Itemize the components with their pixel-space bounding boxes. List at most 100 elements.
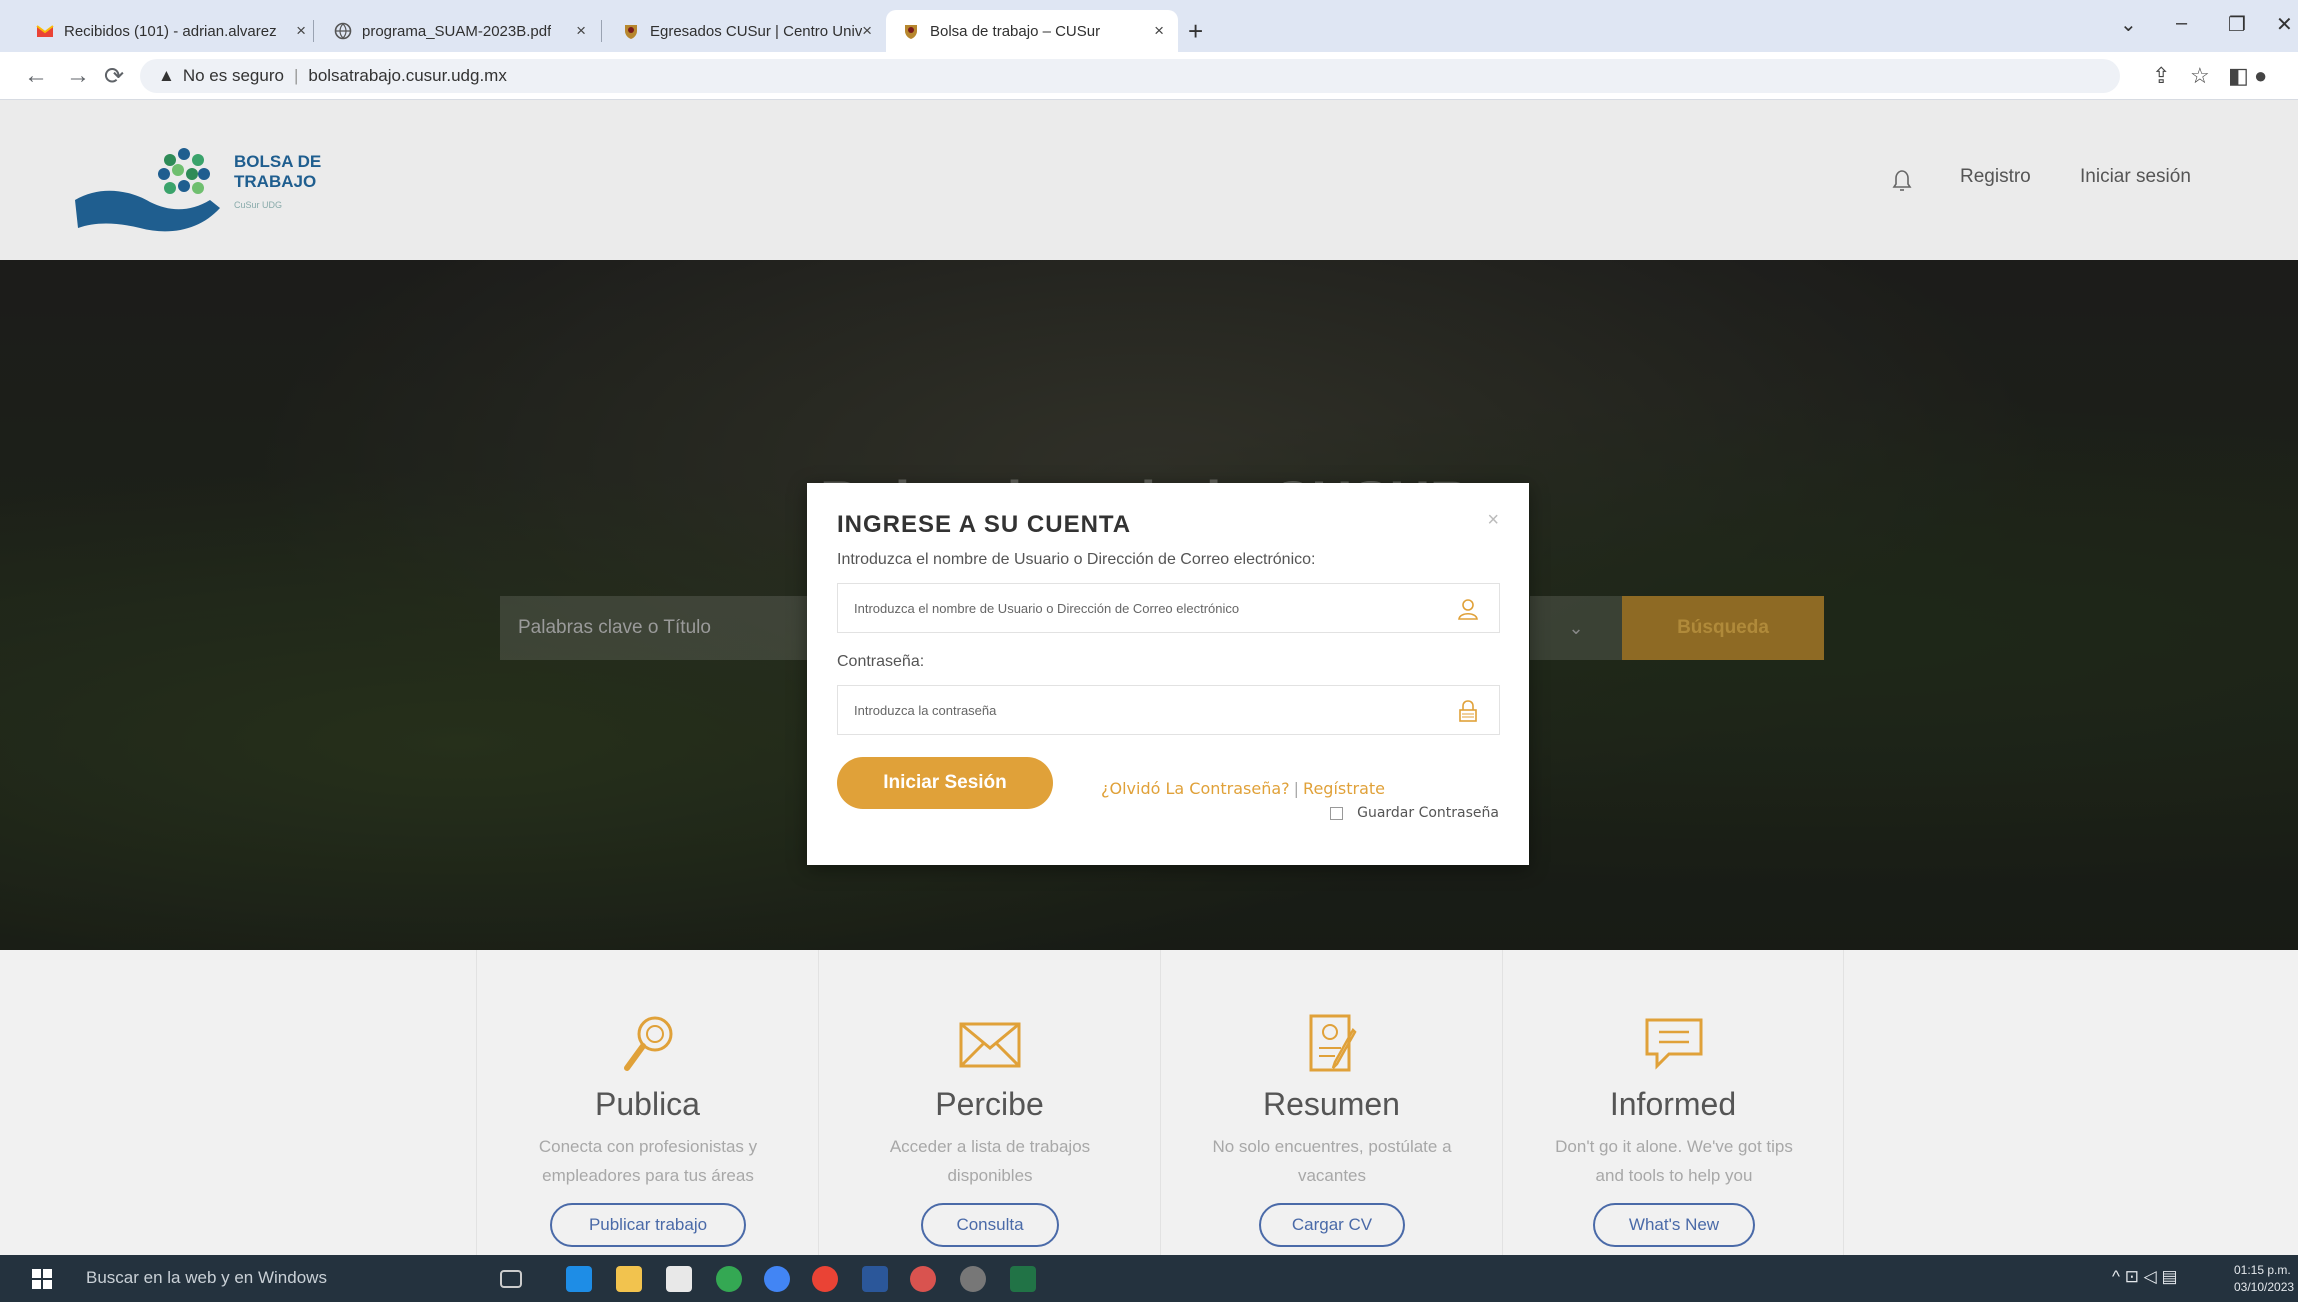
- globe-icon: [334, 22, 352, 40]
- windows-start-icon[interactable]: [32, 1269, 52, 1289]
- system-tray-icons[interactable]: ^ ⊡ ◁ ▤: [2112, 1267, 2178, 1287]
- chevron-down-icon: ⌄: [1568, 617, 1584, 638]
- modal-title: INGRESE A SU CUENTA: [837, 511, 1132, 538]
- security-label: No es seguro: [182, 66, 284, 85]
- link-separator: |: [1293, 779, 1300, 798]
- search-button[interactable]: Búsqueda: [1622, 596, 1824, 660]
- whats-new-button[interactable]: What's New: [1593, 1203, 1755, 1247]
- address-bar: ← → ⟳ ▲ No es seguro | bolsatrabajo.cusu…: [0, 52, 2298, 100]
- feature-card-publica: Publica Conecta con profesionistas y emp…: [476, 950, 818, 1255]
- url-field[interactable]: ▲ No es seguro | bolsatrabajo.cusur.udg.…: [140, 59, 2120, 93]
- password-input[interactable]: Introduzca la contraseña: [837, 685, 1500, 735]
- feature-description: No solo encuentres, postúlate a vacantes: [1212, 1137, 1452, 1185]
- consult-button[interactable]: Consulta: [921, 1203, 1059, 1247]
- udg-icon: [902, 22, 920, 40]
- bell-icon[interactable]: [1890, 168, 1914, 194]
- share-icon[interactable]: ⇪: [2152, 63, 2170, 89]
- features-section: Publica Conecta con profesionistas y emp…: [0, 950, 2298, 1255]
- username-label: Introduzca el nombre de Usuario o Direcc…: [837, 551, 1316, 568]
- close-icon[interactable]: ×: [296, 21, 306, 41]
- url-text: bolsatrabajo.cusur.udg.mx: [308, 66, 507, 85]
- forward-arrow-icon[interactable]: →: [66, 62, 90, 90]
- feature-description: Don't go it alone. We've got tips and to…: [1555, 1137, 1793, 1185]
- udg-icon: [622, 22, 640, 40]
- login-modal: INGRESE A SU CUENTA × Introduzca el nomb…: [807, 483, 1529, 865]
- feature-description: Conecta con profesionistas y empleadores…: [538, 1137, 758, 1185]
- chrome-icon[interactable]: [960, 1266, 986, 1292]
- store-icon[interactable]: [666, 1266, 692, 1292]
- publish-job-button[interactable]: Publicar trabajo: [550, 1203, 746, 1247]
- chrome-icon[interactable]: [910, 1266, 936, 1292]
- back-arrow-icon[interactable]: ←: [24, 62, 48, 90]
- clock-time: 01:15 p.m.: [2234, 1263, 2291, 1277]
- logo-subtitle: CuSur UDG: [234, 200, 283, 210]
- close-icon[interactable]: ×: [1154, 21, 1164, 41]
- tab-divider: [601, 20, 602, 42]
- minimize-button[interactable]: –: [2176, 12, 2187, 35]
- tab-title: Bolsa de trabajo – CUSur: [930, 22, 1101, 40]
- feature-title: Informed: [1609, 1086, 1737, 1122]
- username-placeholder: Introduzca el nombre de Usuario o Direcc…: [854, 600, 1240, 616]
- password-placeholder: Introduzca la contraseña: [854, 702, 997, 718]
- word-icon[interactable]: [862, 1266, 888, 1292]
- remember-label: Guardar Contraseña: [1357, 805, 1499, 821]
- logo-line-2: TRABAJO: [234, 172, 317, 191]
- login-button[interactable]: Iniciar Sesión: [837, 757, 1053, 809]
- logo-line-1: BOLSA DE: [234, 152, 322, 171]
- chrome-icon[interactable]: [716, 1266, 742, 1292]
- register-link[interactable]: Registro: [1960, 166, 2031, 188]
- remember-password[interactable]: Guardar Contraseña: [1330, 805, 1499, 821]
- feature-description: Acceder a lista de trabajos disponibles: [889, 1137, 1091, 1185]
- task-view-icon[interactable]: [500, 1270, 522, 1288]
- browser-tab-bar: Recibidos (101) - adrian.alvarez × progr…: [0, 0, 2298, 52]
- feature-card-percibe: Percibe Acceder a lista de trabajos disp…: [818, 950, 1160, 1255]
- feature-title: Percibe: [935, 1086, 1044, 1122]
- warning-icon: ▲: [158, 66, 175, 85]
- new-tab-button[interactable]: +: [1188, 16, 1203, 47]
- password-label: Contraseña:: [837, 653, 925, 670]
- excel-icon[interactable]: [1010, 1266, 1036, 1292]
- restore-button[interactable]: ❐: [2228, 12, 2246, 37]
- account-links: ¿Olvidó La Contraseña? | Regístrate: [1101, 779, 1385, 798]
- remember-checkbox[interactable]: [1330, 806, 1344, 820]
- tab-egresados[interactable]: Egresados CUSur | Centro Unive ×: [606, 10, 886, 52]
- star-icon[interactable]: ☆: [2190, 63, 2210, 89]
- chevron-down-icon[interactable]: ⌄: [2120, 12, 2137, 37]
- taskbar: Buscar en la web y en Windows ^ ⊡ ◁ ▤ 01…: [0, 1255, 2298, 1302]
- feature-card-resumen: Resumen No solo encuentres, postúlate a …: [1160, 950, 1502, 1255]
- tab-title: Recibidos (101) - adrian.alvarez: [64, 22, 277, 40]
- close-icon[interactable]: ×: [1487, 509, 1499, 532]
- login-link[interactable]: Iniciar sesión: [2080, 166, 2191, 188]
- feature-card-informed: Informed Don't go it alone. We've got ti…: [1502, 950, 1844, 1255]
- resume-icon: [1297, 1012, 1367, 1076]
- tab-title: programa_SUAM-2023B.pdf: [362, 22, 552, 40]
- username-input[interactable]: Introduzca el nombre de Usuario o Direcc…: [837, 583, 1500, 633]
- envelope-icon: [955, 1012, 1025, 1076]
- feature-title: Publica: [595, 1086, 700, 1122]
- edge-icon[interactable]: [566, 1266, 592, 1292]
- upload-cv-button[interactable]: Cargar CV: [1259, 1203, 1405, 1247]
- feature-title: Resumen: [1263, 1086, 1400, 1122]
- chrome-icon[interactable]: [812, 1266, 838, 1292]
- tab-pdf[interactable]: programa_SUAM-2023B.pdf ×: [318, 10, 600, 52]
- file-explorer-icon[interactable]: [616, 1266, 642, 1292]
- reload-icon[interactable]: ⟳: [104, 62, 124, 91]
- category-select[interactable]: ⌄: [1530, 596, 1622, 660]
- chrome-icon[interactable]: [764, 1266, 790, 1292]
- gmail-icon: [36, 22, 54, 40]
- tab-divider: [313, 20, 314, 42]
- side-panel-icon[interactable]: ◧: [2228, 63, 2249, 89]
- user-icon: [1457, 597, 1479, 621]
- close-window-button[interactable]: ✕: [2276, 12, 2293, 37]
- tab-title: Egresados CUSur | Centro Unive: [650, 22, 863, 40]
- clock-date: 03/10/2023: [2234, 1280, 2295, 1294]
- taskbar-search[interactable]: Buscar en la web y en Windows: [86, 1268, 327, 1288]
- tab-bolsa-trabajo[interactable]: Bolsa de trabajo – CUSur ×: [886, 10, 1178, 52]
- magnifier-icon: [613, 1012, 683, 1076]
- close-icon[interactable]: ×: [576, 21, 586, 41]
- register-link[interactable]: Regístrate: [1303, 779, 1385, 798]
- tab-gmail[interactable]: Recibidos (101) - adrian.alvarez ×: [20, 10, 320, 52]
- forgot-password-link[interactable]: ¿Olvidó La Contraseña?: [1101, 779, 1290, 798]
- close-icon[interactable]: ×: [862, 21, 872, 41]
- profile-avatar[interactable]: ●: [2254, 63, 2267, 89]
